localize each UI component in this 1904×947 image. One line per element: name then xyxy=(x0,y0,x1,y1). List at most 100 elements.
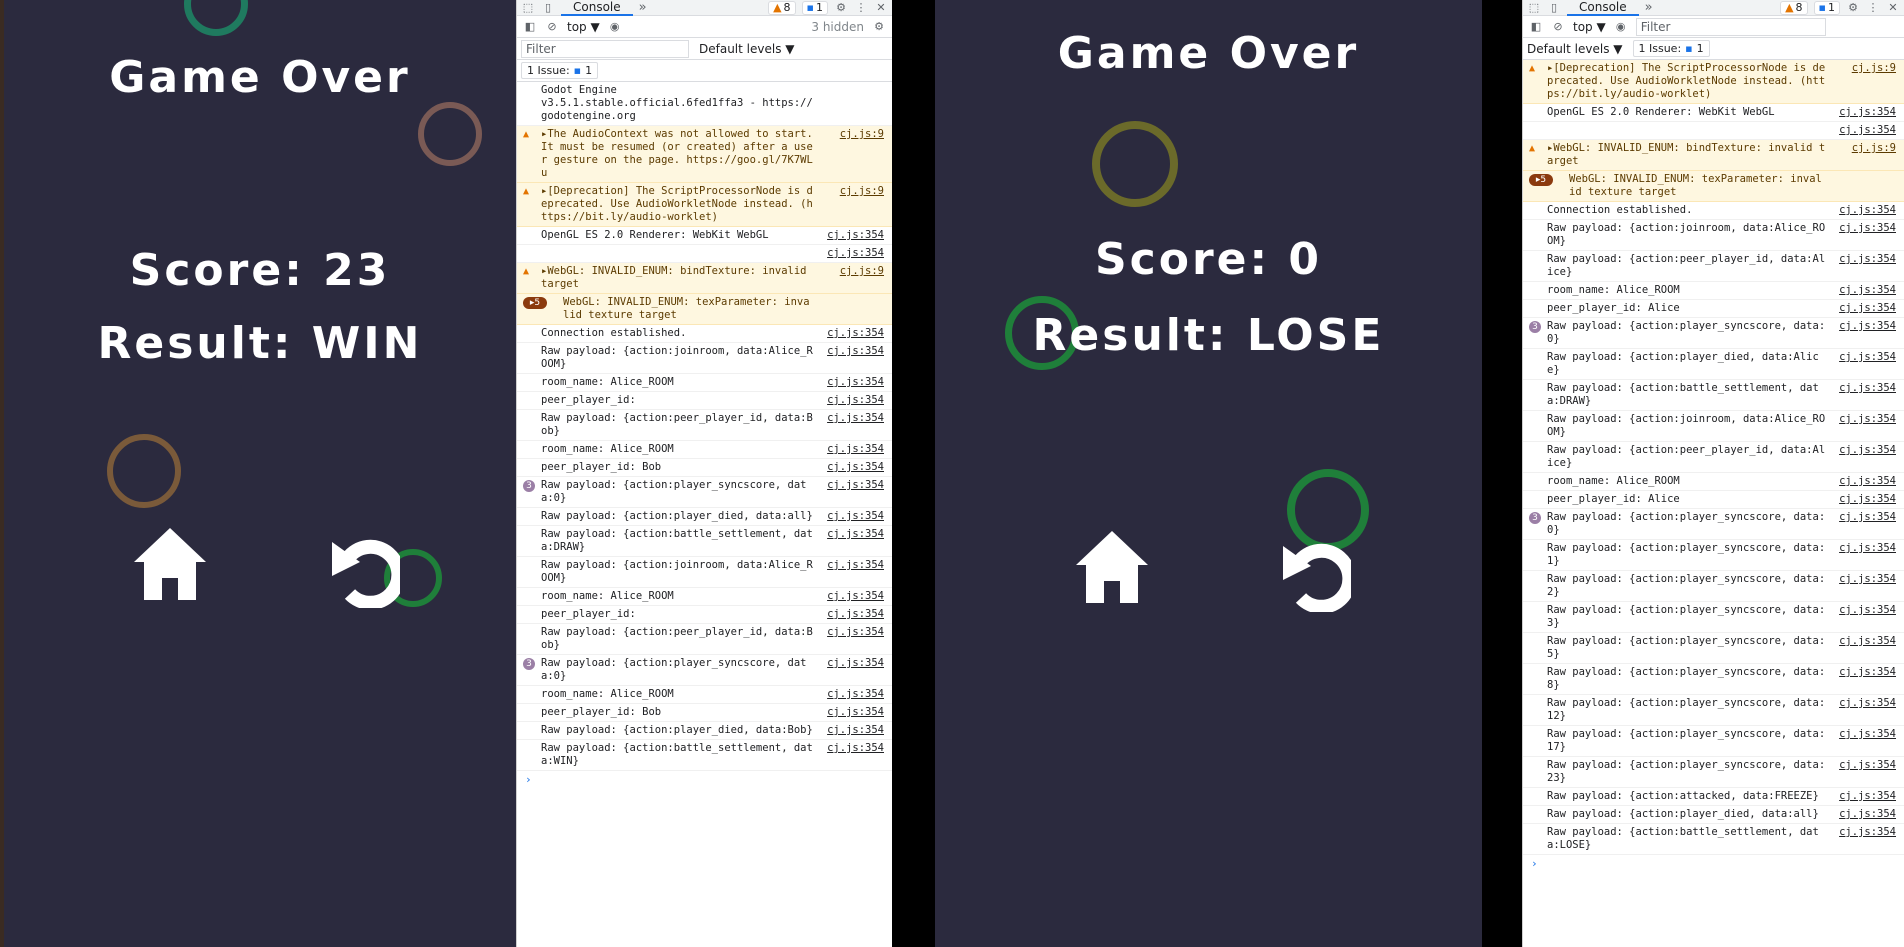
source-link[interactable]: cj.js:354 xyxy=(1832,351,1896,377)
source-link[interactable]: cj.js:354 xyxy=(820,327,884,340)
inspect-icon[interactable]: ⬚ xyxy=(521,1,535,15)
console-log[interactable]: 3 Raw payload: {action:player_syncscore, … xyxy=(517,655,892,686)
console-log[interactable]: Raw payload: {action:peer_player_id, dat… xyxy=(517,410,892,441)
more-tabs-icon[interactable]: » xyxy=(1645,0,1653,15)
source-link[interactable]: cj.js:354 xyxy=(820,376,884,389)
source-link[interactable]: cj.js:354 xyxy=(820,461,884,474)
console-log[interactable]: Raw payload: {action:player_syncscore, d… xyxy=(1523,664,1904,695)
console-log[interactable]: Raw payload: {action:player_died, data:a… xyxy=(1523,806,1904,824)
console-log[interactable]: Raw payload: {action:battle_settlement, … xyxy=(517,526,892,557)
source-link[interactable]: cj.js:354 xyxy=(1832,106,1896,119)
console-log[interactable]: Raw payload: {action:player_syncscore, d… xyxy=(1523,571,1904,602)
issues-button[interactable]: 1 Issue: ▪ 1 xyxy=(521,62,599,79)
close-icon[interactable]: ✕ xyxy=(1886,1,1900,15)
filter-input[interactable] xyxy=(521,39,689,58)
source-link[interactable]: cj.js:354 xyxy=(1832,697,1896,723)
source-link[interactable]: cj.js:354 xyxy=(820,510,884,523)
source-link[interactable]: cj.js:354 xyxy=(1832,204,1896,217)
console-log[interactable]: OpenGL ES 2.0 Renderer: WebKit WebGL cj.j… xyxy=(517,227,892,245)
source-link[interactable]: cj.js:354 xyxy=(820,657,884,683)
warnings-badge[interactable]: ▲ 8 xyxy=(768,0,796,15)
source-link[interactable]: cj.js:354 xyxy=(820,724,884,737)
kebab-menu-icon[interactable]: ⋮ xyxy=(854,1,868,15)
console-log[interactable]: Raw payload: {action:peer_player_id, dat… xyxy=(517,624,892,655)
console-log[interactable]: room_name: Alice_ROOM cj.js:354 xyxy=(517,588,892,606)
source-link[interactable]: cj.js:354 xyxy=(1832,511,1896,537)
source-link[interactable]: cj.js:354 xyxy=(1832,222,1896,248)
source-link[interactable]: cj.js:354 xyxy=(1832,808,1896,821)
source-link[interactable]: cj.js:354 xyxy=(820,394,884,407)
source-link[interactable]: cj.js:354 xyxy=(1832,444,1896,470)
console-log[interactable]: 3 Raw payload: {action:player_syncscore, … xyxy=(1523,318,1904,349)
source-link[interactable]: cj.js:354 xyxy=(820,443,884,456)
log-levels-dropdown[interactable]: Default levels ▼ xyxy=(699,42,795,56)
source-link[interactable]: cj.js:354 xyxy=(820,706,884,719)
source-link[interactable]: cj.js:354 xyxy=(820,688,884,701)
console-warning[interactable]: ▲ ▸WebGL: INVALID_ENUM: bindTexture: inva… xyxy=(1523,140,1904,171)
console-log[interactable]: Raw payload: {action:player_syncscore, d… xyxy=(1523,757,1904,788)
game-canvas-left[interactable]: Game Over Score: 23 Result: WIN xyxy=(0,0,516,947)
console-log[interactable]: room_name: Alice_ROOM cj.js:354 xyxy=(1523,282,1904,300)
tab-console[interactable]: Console xyxy=(561,0,633,16)
source-link[interactable]: cj.js:354 xyxy=(820,479,884,505)
sidebar-toggle-icon[interactable]: ◧ xyxy=(1529,20,1543,34)
console-log[interactable]: Raw payload: {action:peer_player_id, dat… xyxy=(1523,442,1904,473)
console-settings-icon[interactable]: ⚙ xyxy=(872,20,886,34)
issues-button[interactable]: 1 Issue: ▪ 1 xyxy=(1632,40,1710,57)
source-link[interactable]: cj.js:354 xyxy=(1832,826,1896,852)
source-link[interactable]: cj.js:354 xyxy=(1832,124,1896,137)
console-log[interactable]: Raw payload: {action:battle_settlement, … xyxy=(1523,380,1904,411)
source-link[interactable]: cj.js:354 xyxy=(1832,302,1896,315)
source-link[interactable] xyxy=(820,296,884,322)
console-log[interactable]: room_name: Alice_ROOM cj.js:354 xyxy=(1523,473,1904,491)
game-canvas-right[interactable]: Game Over Score: 0 Result: LOSE xyxy=(935,0,1482,947)
source-link[interactable]: cj.js:354 xyxy=(1832,475,1896,488)
settings-gear-icon[interactable]: ⚙ xyxy=(1846,1,1860,15)
source-link[interactable]: cj.js:354 xyxy=(1832,284,1896,297)
kebab-menu-icon[interactable]: ⋮ xyxy=(1866,1,1880,15)
filter-input[interactable] xyxy=(1635,17,1826,36)
source-link[interactable]: cj.js:354 xyxy=(1832,728,1896,754)
console-log[interactable]: Raw payload: {action:player_syncscore, d… xyxy=(1523,602,1904,633)
source-link[interactable]: cj.js:354 xyxy=(1832,382,1896,408)
console-log[interactable]: Raw payload: {action:joinroom, data:Alic… xyxy=(517,557,892,588)
console-log[interactable]: Raw payload: {action:joinroom, data:Alic… xyxy=(1523,411,1904,442)
console-log[interactable]: Raw payload: {action:player_died, data:a… xyxy=(517,508,892,526)
console-log[interactable]: peer_player_id: Bob cj.js:354 xyxy=(517,459,892,477)
source-link[interactable]: cj.js:354 xyxy=(1832,790,1896,803)
console-log[interactable]: Raw payload: {action:joinroom, data:Alic… xyxy=(1523,220,1904,251)
source-link[interactable]: cj.js:354 xyxy=(1832,635,1896,661)
source-link[interactable]: cj.js:9 xyxy=(820,265,884,291)
console-log[interactable]: Raw payload: {action:player_syncscore, d… xyxy=(1523,540,1904,571)
console-log[interactable]: Raw payload: {action:peer_player_id, dat… xyxy=(1523,251,1904,282)
console-log[interactable]: Raw payload: {action:battle_settlement, … xyxy=(1523,824,1904,855)
console-log[interactable]: Raw payload: {action:joinroom, data:Alic… xyxy=(517,343,892,374)
console-log[interactable]: Connection established. cj.js:354 xyxy=(517,325,892,343)
console-log[interactable]: room_name: Alice_ROOM cj.js:354 xyxy=(517,441,892,459)
console-warning[interactable]: ▲ ▸WebGL: INVALID_ENUM: bindTexture: inva… xyxy=(517,263,892,294)
tab-console[interactable]: Console xyxy=(1567,0,1639,16)
console-prompt[interactable]: › xyxy=(517,771,892,788)
eye-icon[interactable]: ◉ xyxy=(608,20,622,34)
console-log[interactable]: Raw payload: {action:battle_settlement, … xyxy=(517,740,892,771)
source-link[interactable]: cj.js:9 xyxy=(820,185,884,224)
source-link[interactable]: cj.js:354 xyxy=(1832,413,1896,439)
console-warning[interactable]: ▸5 WebGL: INVALID_ENUM: texParameter: inv… xyxy=(1523,171,1904,202)
console-log[interactable]: Raw payload: {action:attacked, data:FREE… xyxy=(1523,788,1904,806)
console-log[interactable]: cj.js:354 xyxy=(1523,122,1904,140)
context-selector[interactable]: top ▼ xyxy=(567,20,600,34)
source-link[interactable]: cj.js:354 xyxy=(820,345,884,371)
eye-icon[interactable]: ◉ xyxy=(1614,20,1628,34)
source-link[interactable]: cj.js:354 xyxy=(1832,542,1896,568)
home-button[interactable] xyxy=(130,524,210,604)
close-icon[interactable]: ✕ xyxy=(874,1,888,15)
console-log[interactable]: OpenGL ES 2.0 Renderer: WebKit WebGL cj.j… xyxy=(1523,104,1904,122)
console-log[interactable]: peer_player_id: Bob cj.js:354 xyxy=(517,704,892,722)
device-toggle-icon[interactable]: ▯ xyxy=(1547,1,1561,15)
source-link[interactable]: cj.js:9 xyxy=(1832,62,1896,101)
source-link[interactable]: cj.js:354 xyxy=(1832,666,1896,692)
console-log[interactable]: Raw payload: {action:player_died, data:A… xyxy=(1523,349,1904,380)
console-log[interactable]: Raw payload: {action:player_died, data:B… xyxy=(517,722,892,740)
console-log[interactable]: room_name: Alice_ROOM cj.js:354 xyxy=(517,374,892,392)
source-link[interactable]: cj.js:354 xyxy=(1832,759,1896,785)
